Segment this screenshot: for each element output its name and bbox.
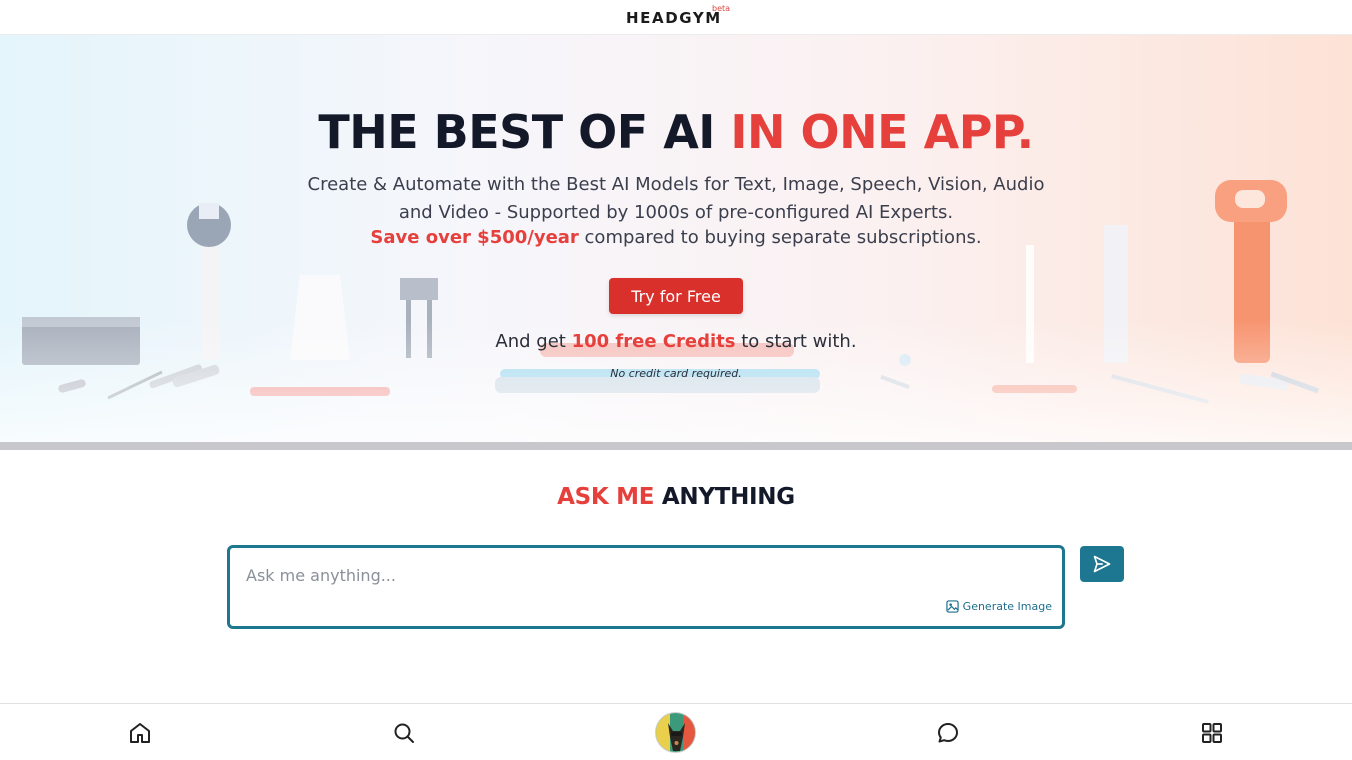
ask-input[interactable]: [246, 562, 1026, 588]
hero-title: THE BEST OF AI IN ONE APP.: [0, 105, 1352, 159]
top-bar: HEADGYM beta: [0, 0, 1352, 35]
avatar-image: [656, 713, 695, 752]
savings-text: compared to buying separate subscription…: [578, 227, 982, 248]
generate-image-label: Generate Image: [962, 600, 1052, 613]
generate-image-button[interactable]: Generate Image: [945, 600, 1052, 613]
credits-amount: 100 free Credits: [571, 331, 736, 352]
beta-badge: beta: [712, 4, 731, 13]
try-for-free-button[interactable]: Try for Free: [609, 278, 743, 314]
credits-prefix: And get: [495, 331, 572, 352]
avatar[interactable]: [655, 712, 696, 753]
send-icon: [1093, 555, 1111, 573]
image-icon: [945, 600, 959, 613]
no-credit-card-note: No credit card required.: [610, 367, 742, 380]
grid-icon: [1202, 723, 1222, 743]
home-icon: [130, 723, 150, 743]
nav-apps[interactable]: [1199, 720, 1225, 746]
nav-home[interactable]: [127, 720, 153, 746]
savings-amount: Save over $500/year: [370, 227, 579, 248]
nav-search[interactable]: [391, 720, 417, 746]
ask-title-rest: ANYTHING: [654, 484, 795, 510]
hero-savings-line: Save over $500/year compared to buying s…: [0, 227, 1352, 248]
hero-divider: [0, 442, 1352, 450]
ask-section-title: ASK ME ANYTHING: [0, 484, 1352, 510]
ask-input-container: Generate Image: [227, 545, 1065, 629]
bottom-navigation: [0, 703, 1352, 760]
hero-title-accent: IN ONE APP.: [730, 105, 1034, 159]
hero-banner: THE BEST OF AI IN ONE APP. Create & Auto…: [0, 35, 1352, 450]
ask-title-accent: ASK ME: [557, 484, 655, 510]
hero-title-main: THE BEST OF AI: [318, 105, 731, 159]
send-button[interactable]: [1080, 546, 1124, 582]
chat-bubble-icon: [938, 723, 958, 743]
hero-subtitle: Create & Automate with the Best AI Model…: [307, 174, 1045, 223]
headgym-logo[interactable]: HEADGYM: [626, 9, 722, 27]
search-icon: [394, 723, 414, 743]
free-credits-line: And get 100 free Credits to start with.: [0, 331, 1352, 352]
nav-chat[interactable]: [935, 720, 961, 746]
credits-suffix: to start with.: [735, 331, 857, 352]
